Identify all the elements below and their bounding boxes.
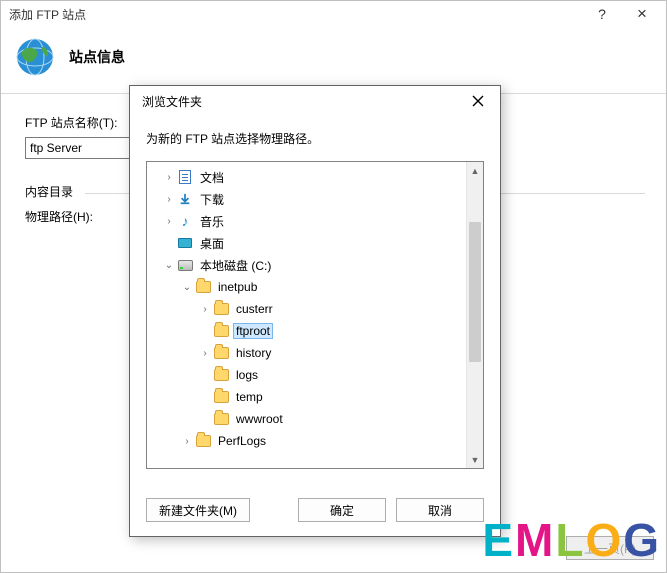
tree-item[interactable]: › custerr (147, 298, 466, 320)
tree-item[interactable]: ›♪音乐 (147, 210, 466, 232)
close-icon (472, 95, 484, 107)
scroll-thumb[interactable] (469, 222, 481, 362)
tree-item-label: 下载 (197, 190, 227, 209)
window-header: 站点信息 (1, 27, 666, 93)
tree-item[interactable]: ⌄ inetpub (147, 276, 466, 298)
tree-item[interactable]: › 下载 (147, 188, 466, 210)
tree-item-label: 本地磁盘 (C:) (197, 256, 274, 275)
tree-item[interactable]: ⌄ 本地磁盘 (C:) (147, 254, 466, 276)
tree-item-label: history (233, 345, 274, 361)
physical-path-label: 物理路径(H): (25, 208, 93, 225)
dialog-close-button[interactable] (462, 90, 494, 112)
help-button[interactable]: ? (582, 6, 622, 22)
watermark-logo: EMLOG (482, 513, 661, 567)
tree-item[interactable]: ·桌面 (147, 232, 466, 254)
ok-button[interactable]: 确定 (298, 498, 386, 522)
chevron-right-icon[interactable]: › (163, 216, 175, 227)
chevron-right-icon[interactable]: › (163, 172, 175, 183)
download-icon (177, 191, 193, 207)
document-icon (177, 169, 193, 185)
tree-item-label: inetpub (215, 279, 260, 295)
scroll-down-icon[interactable]: ▼ (467, 451, 483, 468)
tree-item-label: wwwroot (233, 411, 286, 427)
tree-item[interactable]: ·wwwroot (147, 408, 466, 430)
folder-icon (213, 411, 229, 427)
page-heading: 站点信息 (69, 47, 125, 67)
chevron-right-icon[interactable]: › (199, 348, 211, 359)
scroll-up-icon[interactable]: ▲ (467, 162, 483, 179)
globe-icon (13, 35, 57, 79)
folder-icon (195, 279, 211, 295)
tree-item-label: logs (233, 367, 261, 383)
chevron-down-icon[interactable]: ⌄ (181, 282, 193, 293)
tree-item-label: 文档 (197, 168, 227, 187)
tree-item[interactable]: › history (147, 342, 466, 364)
tree-item-label: ftproot (233, 323, 273, 339)
window-titlebar: 添加 FTP 站点 ? × (1, 1, 666, 27)
tree-item-label: temp (233, 389, 266, 405)
window-title: 添加 FTP 站点 (9, 6, 86, 23)
tree-item-label: custerr (233, 301, 276, 317)
cancel-button[interactable]: 取消 (396, 498, 484, 522)
dialog-titlebar: 浏览文件夹 (130, 86, 500, 116)
tree-item[interactable]: › PerfLogs (147, 430, 466, 452)
tree-item[interactable]: ·temp (147, 386, 466, 408)
new-folder-button[interactable]: 新建文件夹(M) (146, 498, 250, 522)
disk-icon (177, 257, 193, 273)
desktop-icon (177, 235, 193, 251)
folder-icon (213, 345, 229, 361)
dialog-instruction: 为新的 FTP 站点选择物理路径。 (146, 130, 484, 147)
folder-icon (213, 389, 229, 405)
tree-item-label: PerfLogs (215, 433, 269, 449)
window-close-button[interactable]: × (622, 7, 662, 21)
tree-item[interactable]: ·ftproot (147, 320, 466, 342)
folder-icon (213, 301, 229, 317)
folder-icon (213, 323, 229, 339)
chevron-right-icon[interactable]: › (181, 436, 193, 447)
music-icon: ♪ (177, 213, 193, 229)
chevron-down-icon[interactable]: ⌄ (163, 260, 175, 271)
site-name-label: FTP 站点名称(T): (25, 114, 117, 131)
chevron-right-icon[interactable]: › (163, 194, 175, 205)
scrollbar[interactable]: ▲ ▼ (466, 162, 483, 468)
folder-tree[interactable]: ›文档›下载›♪音乐·桌面⌄本地磁盘 (C:)⌄inetpub›custerr·… (146, 161, 484, 469)
chevron-right-icon[interactable]: › (199, 304, 211, 315)
dialog-button-row: 新建文件夹(M) 确定 取消 (130, 486, 500, 536)
tree-item[interactable]: › 文档 (147, 166, 466, 188)
folder-icon (195, 433, 211, 449)
tree-item[interactable]: ·logs (147, 364, 466, 386)
tree-item-label: 音乐 (197, 212, 227, 231)
dialog-title: 浏览文件夹 (142, 93, 202, 110)
browse-folder-dialog: 浏览文件夹 为新的 FTP 站点选择物理路径。 ›文档›下载›♪音乐·桌面⌄本地… (129, 85, 501, 537)
tree-item-label: 桌面 (197, 234, 227, 253)
folder-icon (213, 367, 229, 383)
